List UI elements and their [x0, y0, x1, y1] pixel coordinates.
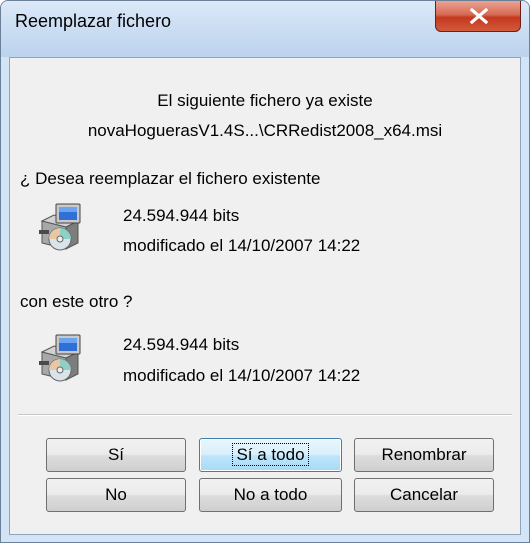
cancel-button[interactable]: Cancelar [354, 478, 494, 512]
with-other-label: con este otro ? [20, 292, 133, 311]
separator [18, 414, 512, 416]
replace-file-dialog: Reemplazar fichero El siguiente fichero … [0, 0, 530, 543]
no-to-all-button[interactable]: No a todo [199, 478, 342, 512]
dialog-content: El siguiente fichero ya existe novaHogue… [9, 57, 521, 535]
yes-button[interactable]: Sí [46, 438, 186, 472]
existing-file-size: 24.594.944 bits [123, 206, 240, 225]
rename-button[interactable]: Renombrar [354, 438, 494, 472]
dialog-title: Reemplazar fichero [15, 11, 172, 31]
installer-package-icon [38, 334, 81, 382]
close-button[interactable] [435, 1, 521, 32]
existing-file-modified: modificado el 14/10/2007 14:22 [123, 236, 361, 255]
installer-package-icon [38, 203, 81, 251]
title-bar[interactable]: Reemplazar fichero [1, 1, 529, 57]
file-path: novaHoguerasV1.4S...\CRRedist2008_x64.ms… [87, 121, 443, 140]
exists-message: El siguiente fichero ya existe [157, 91, 373, 110]
close-icon [469, 7, 489, 25]
no-button[interactable]: No [46, 478, 186, 512]
replace-question: ¿ Desea reemplazar el fichero existente [20, 169, 321, 188]
new-file-modified: modificado el 14/10/2007 14:22 [123, 366, 361, 385]
new-file-size: 24.594.944 bits [123, 335, 240, 354]
yes-to-all-button[interactable]: Sí a todo [199, 438, 342, 472]
